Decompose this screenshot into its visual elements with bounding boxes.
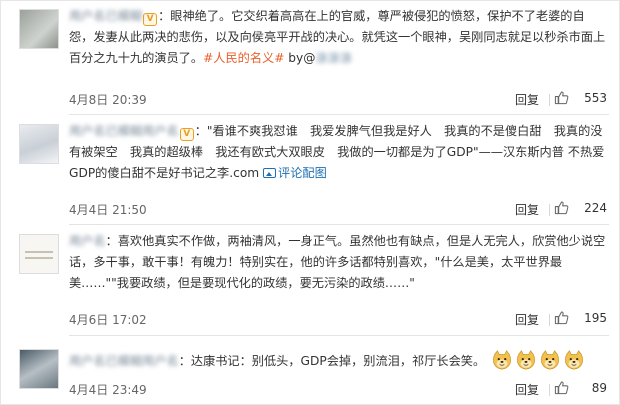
username-link[interactable]: 用户名已模糊用户名 [69,354,179,368]
doge-emoji-icon [517,350,535,370]
thumbs-up-icon[interactable] [554,310,569,325]
comment-content: ：达康书记：别低头，GDP会掉，别流泪，祁厅长会笑。 [178,354,486,368]
comment-text: 用户名：喜欢他真实不作做，两袖清风，一身正气。虽然他也有缺点，但是人无完人，欣赏… [69,231,607,294]
comment-date: 4月4日 21:50 [69,203,147,217]
username-link[interactable]: 用户名 [69,234,106,248]
avatar[interactable] [19,349,59,389]
like-count: 89 [591,381,607,395]
like-count: 553 [584,91,607,105]
reply-button[interactable]: 回复 [515,201,539,218]
username-link[interactable]: 用户名已模糊用户名 [69,124,179,138]
comment-divider [69,335,609,336]
doge-emoji-icon [541,350,559,370]
avatar[interactable] [19,124,59,164]
reply-button[interactable]: 回复 [515,311,539,328]
divider [549,384,550,396]
like-count: 195 [584,311,607,325]
avatar[interactable] [19,234,59,274]
thumbs-up-icon[interactable] [554,90,569,105]
comment-text: 用户名已模糊用户名：达康书记：别低头，GDP会掉，别流泪，祁厅长会笑。 [69,349,607,372]
comment-date: 4月4日 23:49 [69,383,147,397]
comment-date: 4月8日 20:39 [69,93,147,107]
comment-divider [69,224,609,225]
doge-emoji-icon [565,350,583,370]
comment-meta: 4月6日 17:02 回复 195 [69,311,607,329]
hashtag-link[interactable]: #人民的名义# [203,51,284,65]
mention-link[interactable]: 涂涂涂 [315,51,352,65]
doge-emoji-icon [493,350,511,370]
comment-content: ：喜欢他真实不作做，两袖清风，一身正气。虽然他也有缺点，但是人无完人，欣赏他少说… [69,234,606,290]
username-link[interactable]: 用户名已模糊 [69,9,142,23]
thumbs-up-icon[interactable] [554,380,569,395]
thumbs-up-icon[interactable] [554,200,569,215]
divider [549,204,550,216]
by-label: by@ [284,51,316,65]
like-count: 224 [584,201,607,215]
emoji-row [489,350,585,370]
picture-icon [263,168,277,178]
verified-badge-icon: V [179,128,194,141]
avatar[interactable] [19,9,59,49]
reply-button[interactable]: 回复 [515,381,539,398]
comment-meta: 4月4日 21:50 回复 224 [69,201,607,219]
comment-picture-link[interactable]: 评论配图 [263,166,327,180]
verified-badge-icon: V [143,13,158,26]
divider [549,94,550,106]
comment-text: 用户名已模糊用户名 V ："看谁不爽我怼谁 我爱发脾气但我是好人 我真的不是傻白甜 … [69,121,607,184]
comment-text: 用户名已模糊 V ：眼神绝了。它交织着高高在上的官威，尊严被侵犯的愤怒，保护不了老婆… [69,6,607,69]
comment-date: 4月6日 17:02 [69,313,147,327]
comment-divider [69,114,609,115]
divider [549,314,550,326]
reply-button[interactable]: 回复 [515,91,539,108]
comment-meta: 4月4日 23:49 回复 89 [69,381,607,399]
comment-meta: 4月8日 20:39 回复 553 [69,91,607,109]
comment-list: 用户名已模糊 V ：眼神绝了。它交织着高高在上的官威，尊严被侵犯的愤怒，保护不了老婆… [0,0,620,405]
